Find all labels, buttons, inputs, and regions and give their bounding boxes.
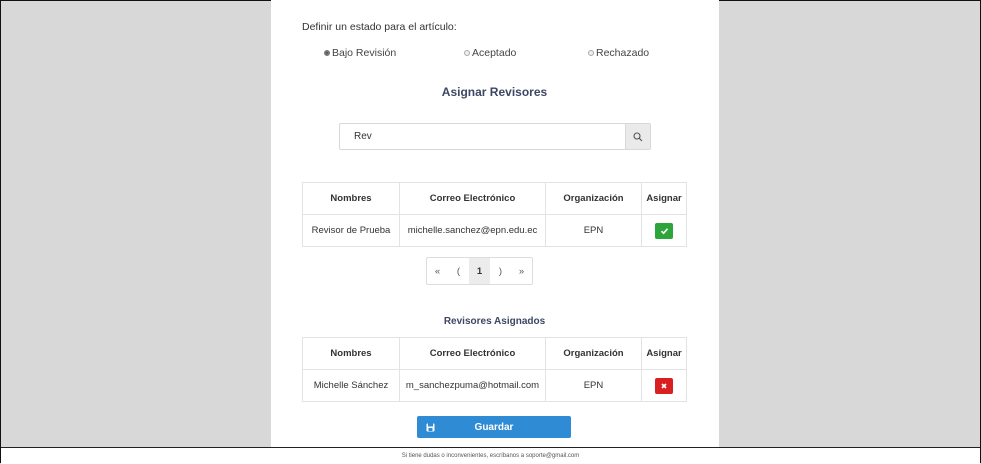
cell-email: m_sanchezpuma@hotmail.com [399, 369, 546, 402]
column-header: Nombres [302, 337, 400, 370]
footer: Si tiene dudas o inconvenientes, escríba… [1, 447, 980, 464]
search-icon [633, 131, 643, 141]
column-header: Correo Electrónico [399, 337, 546, 370]
assigned-title: Revisores Asignados [443, 316, 546, 327]
radio-rechazado[interactable]: Rechazado [588, 47, 649, 59]
page-next[interactable]: ) [490, 258, 511, 284]
radio-bajo-revision[interactable]: Bajo Revisión [324, 47, 396, 59]
assign-button[interactable] [655, 222, 673, 239]
radio-aceptado[interactable]: Aceptado [464, 47, 516, 59]
column-header: Organización [545, 337, 642, 370]
page-current[interactable]: 1 [469, 258, 490, 284]
state-label: Definir un estado para el artículo: [302, 21, 457, 33]
page-prev[interactable]: ( [448, 258, 469, 284]
save-label: Guardar [474, 421, 514, 433]
cell-name: Revisor de Prueba [302, 214, 400, 247]
table-row: Michelle Sánchez m_sanchezpuma@hotmail.c… [302, 369, 687, 402]
assigned-table: Nombres Correo Electrónico Organización … [302, 337, 687, 402]
cell-action [641, 369, 687, 402]
page-last[interactable]: » [511, 258, 532, 284]
column-header: Correo Electrónico [399, 182, 546, 215]
radio-label: Rechazado [596, 47, 650, 59]
column-header: Asignar [641, 182, 687, 215]
cell-email: michelle.sanchez@epn.edu.ec [399, 214, 546, 247]
cell-action [641, 214, 687, 247]
cell-org: EPN [545, 214, 642, 247]
radio-unchecked-icon [464, 50, 470, 56]
footer-text: Si tiene dudas o inconvenientes, escríba… [401, 453, 580, 459]
page-first[interactable]: « [427, 258, 448, 284]
column-header: Nombres [302, 182, 400, 215]
search-box [339, 123, 651, 150]
save-button[interactable]: Guardar [417, 416, 571, 438]
table-header-row: Nombres Correo Electrónico Organización … [302, 182, 687, 215]
radio-label: Aceptado [472, 47, 517, 59]
save-icon [426, 423, 434, 431]
radio-checked-icon [324, 50, 330, 56]
pagination: « ( 1 ) » [426, 257, 533, 285]
search-button[interactable] [625, 124, 650, 149]
search-input[interactable] [340, 124, 625, 149]
remove-button[interactable] [655, 377, 673, 394]
table-header-row: Nombres Correo Electrónico Organización … [302, 337, 687, 370]
radio-label: Bajo Revisión [332, 47, 397, 59]
column-header: Organización [545, 182, 642, 215]
radio-unchecked-icon [588, 50, 594, 56]
save-icon-wrap [417, 423, 443, 432]
cell-org: EPN [545, 369, 642, 402]
check-icon [660, 227, 668, 234]
column-header: Asignar [641, 337, 687, 370]
assign-title: Asignar Revisores [441, 85, 548, 99]
table-row: Revisor de Prueba michelle.sanchez@epn.e… [302, 214, 687, 247]
results-table: Nombres Correo Electrónico Organización … [302, 182, 687, 247]
cell-name: Michelle Sánchez [302, 369, 400, 402]
remove-icon [661, 382, 667, 389]
